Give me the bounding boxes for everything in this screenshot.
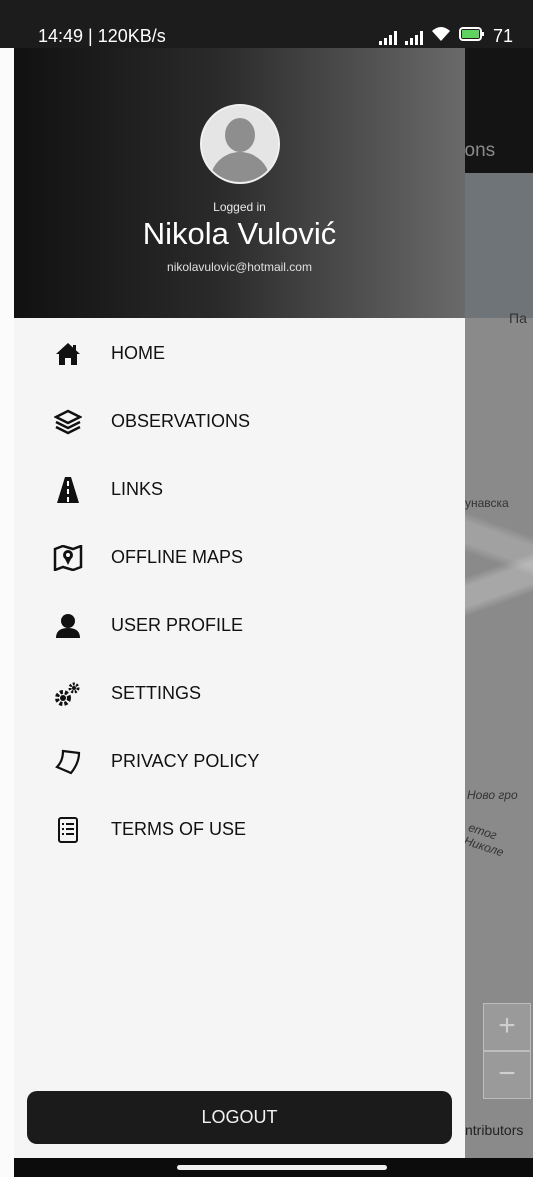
background-map-app: tions Па унавска Ново гро етог Николе + … xyxy=(465,48,533,1158)
zoom-out-button[interactable]: − xyxy=(483,1051,531,1099)
wifi-icon xyxy=(431,26,451,47)
navigation-drawer: Logged in Nikola Vulović nikolavulovic@h… xyxy=(14,48,465,1158)
menu-item-label: LINKS xyxy=(111,479,164,499)
map-label: Па xyxy=(509,310,527,326)
map-attribution: ntributors xyxy=(465,1122,524,1138)
map-label: Ново гро xyxy=(467,788,518,802)
menu-item-offline-maps[interactable]: OFFLINE MAPS xyxy=(14,528,465,588)
document-list-icon xyxy=(52,814,84,846)
menu-item-label: HOME xyxy=(111,343,165,363)
system-navigation-bar xyxy=(14,1158,533,1177)
menu-item-settings[interactable]: SETTINGS xyxy=(14,664,465,724)
shield-outline-icon xyxy=(52,746,84,778)
gears-icon xyxy=(52,678,84,710)
home-gesture-handle[interactable] xyxy=(177,1165,387,1170)
layers-icon xyxy=(52,406,84,438)
app-frame: 14:49 | 120KB/s 71 tions Па унавска Ново… xyxy=(0,0,533,1177)
logged-in-label: Logged in xyxy=(213,200,266,214)
status-time: 14:49 | 120KB/s xyxy=(38,26,166,46)
avatar[interactable] xyxy=(200,104,280,184)
battery-percent: 71 xyxy=(492,26,513,46)
menu-item-label: OBSERVATIONS xyxy=(111,411,251,431)
menu-item-label: TERMS OF USE xyxy=(111,819,247,839)
menu-item-label: SETTINGS xyxy=(111,683,202,703)
user-email: nikolavulovic@hotmail.com xyxy=(167,260,312,274)
signal-icon-2 xyxy=(404,29,423,45)
avatar-head-icon xyxy=(225,118,255,152)
background-tab-label: tions xyxy=(465,140,496,161)
user-icon xyxy=(52,610,84,642)
map-label: унавска xyxy=(465,496,509,510)
zoom-in-button[interactable]: + xyxy=(483,1003,531,1051)
background-map-river xyxy=(465,173,533,318)
home-icon xyxy=(52,338,84,370)
menu-item-home[interactable]: HOME xyxy=(14,324,465,384)
road-icon xyxy=(52,474,84,506)
status-bar: 14:49 | 120KB/s 71 xyxy=(0,0,533,48)
menu-item-terms-of-use[interactable]: TERMS OF USE xyxy=(14,800,465,860)
logout-button[interactable]: LOGOUT xyxy=(27,1091,452,1144)
menu-item-label: OFFLINE MAPS xyxy=(111,547,244,567)
background-toolbar: tions xyxy=(465,48,533,173)
menu-item-label: PRIVACY POLICY xyxy=(111,751,260,771)
menu-item-privacy-policy[interactable]: PRIVACY POLICY xyxy=(14,732,465,792)
menu-item-user-profile[interactable]: USER PROFILE xyxy=(14,596,465,656)
drawer-header: Logged in Nikola Vulović nikolavulovic@h… xyxy=(14,48,465,318)
menu-item-label: USER PROFILE xyxy=(111,615,244,635)
map-pin-icon xyxy=(52,542,84,574)
menu-item-observations[interactable]: OBSERVATIONS xyxy=(14,392,465,452)
avatar-body-icon xyxy=(210,152,270,182)
status-icons: 71 xyxy=(378,26,513,47)
user-name: Nikola Vulović xyxy=(142,216,337,251)
menu-item-links[interactable]: LINKS xyxy=(14,460,465,520)
signal-icon xyxy=(378,29,397,45)
battery-icon xyxy=(458,26,485,47)
